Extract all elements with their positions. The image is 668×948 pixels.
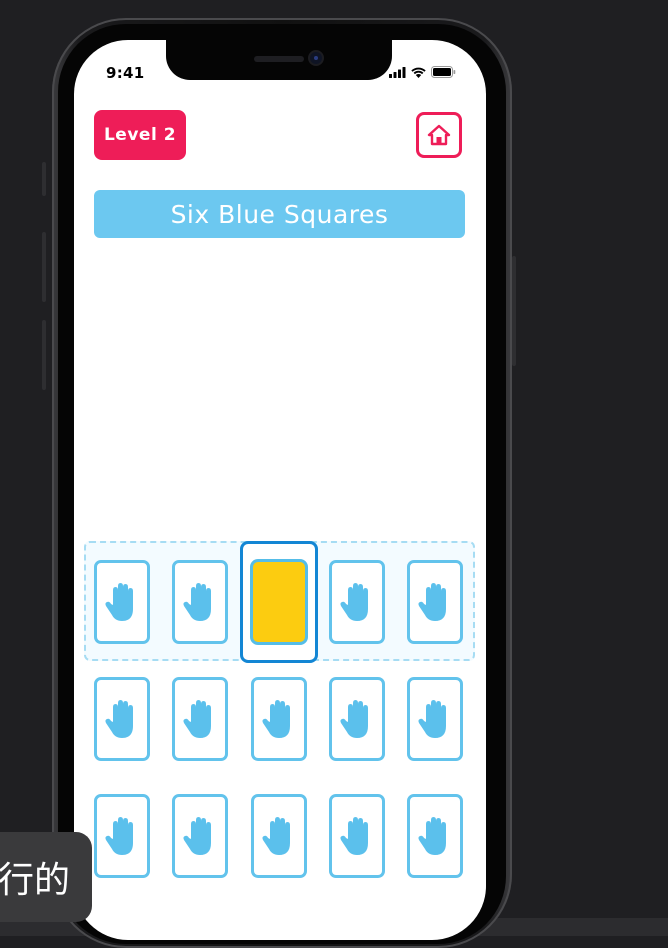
hand-icon [262, 817, 290, 855]
hand-card[interactable] [251, 794, 307, 878]
hand-card[interactable] [407, 677, 463, 761]
hand-icon [183, 817, 211, 855]
hand-card[interactable] [329, 677, 385, 761]
wifi-icon [411, 67, 426, 78]
hand-icon [340, 583, 368, 621]
hand-card[interactable] [329, 794, 385, 878]
hand-card[interactable] [172, 560, 228, 644]
hand-icon [183, 700, 211, 738]
hand-card[interactable] [94, 677, 150, 761]
hand-card[interactable] [172, 794, 228, 878]
notch [166, 40, 392, 80]
hand-icon [418, 817, 446, 855]
hand-icon [105, 583, 133, 621]
phone-screen: 9:41 Level 2 Six Blue Squares [74, 40, 486, 940]
hand-icon [105, 700, 133, 738]
hand-card[interactable] [94, 560, 150, 644]
front-camera [310, 52, 322, 64]
status-time: 9:41 [106, 64, 145, 82]
speaker [254, 56, 304, 62]
battery-icon [431, 66, 456, 78]
volume-down-button [42, 320, 46, 390]
hand-card[interactable] [407, 794, 463, 878]
hand-icon [183, 583, 211, 621]
power-button [512, 256, 516, 366]
hand-icon [418, 700, 446, 738]
hand-card[interactable] [94, 794, 150, 878]
hand-icon [262, 700, 290, 738]
selected-yellow-card[interactable] [250, 559, 308, 645]
puzzle-title: Six Blue Squares [94, 190, 465, 238]
status-icons [389, 66, 456, 78]
hand-card[interactable] [172, 677, 228, 761]
hand-icon [105, 817, 133, 855]
hand-icon [340, 700, 368, 738]
hand-card[interactable] [251, 677, 307, 761]
silent-switch [42, 162, 46, 196]
hand-icon [418, 583, 446, 621]
hand-card[interactable] [407, 560, 463, 644]
level-badge: Level 2 [94, 110, 186, 160]
subtitle-overlay: 行的 [0, 832, 92, 922]
hand-card[interactable] [329, 560, 385, 644]
hand-icon [340, 817, 368, 855]
home-icon [427, 124, 451, 146]
volume-up-button [42, 232, 46, 302]
home-button[interactable] [416, 112, 462, 158]
signal-icon [389, 67, 406, 78]
